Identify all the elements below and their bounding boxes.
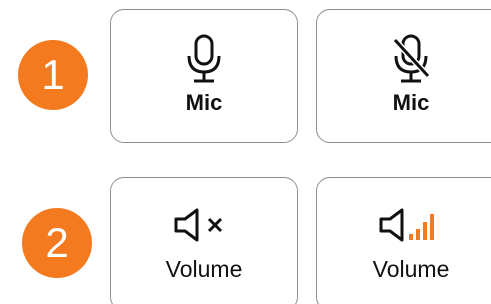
media-controls-panel: 1 2 Mic Mic Volume Volume — [0, 0, 491, 304]
mic-button[interactable]: Mic — [110, 9, 298, 143]
step-badge-2: 2 — [22, 208, 92, 278]
speaker-muted-icon — [174, 208, 223, 242]
volume-button[interactable]: Volume — [316, 177, 491, 304]
microphone-muted-icon — [392, 34, 431, 83]
mic-muted-label: Mic — [392, 90, 430, 115]
mic-label: Mic — [185, 90, 223, 115]
volume-muted-label: Volume — [165, 256, 243, 282]
microphone-icon — [187, 34, 221, 83]
step-badge-1: 1 — [18, 40, 88, 110]
volume-muted-button[interactable]: Volume — [110, 177, 298, 304]
speaker-volume-bars-icon — [379, 208, 434, 242]
volume-label: Volume — [372, 256, 450, 282]
mic-muted-button[interactable]: Mic — [316, 9, 491, 143]
